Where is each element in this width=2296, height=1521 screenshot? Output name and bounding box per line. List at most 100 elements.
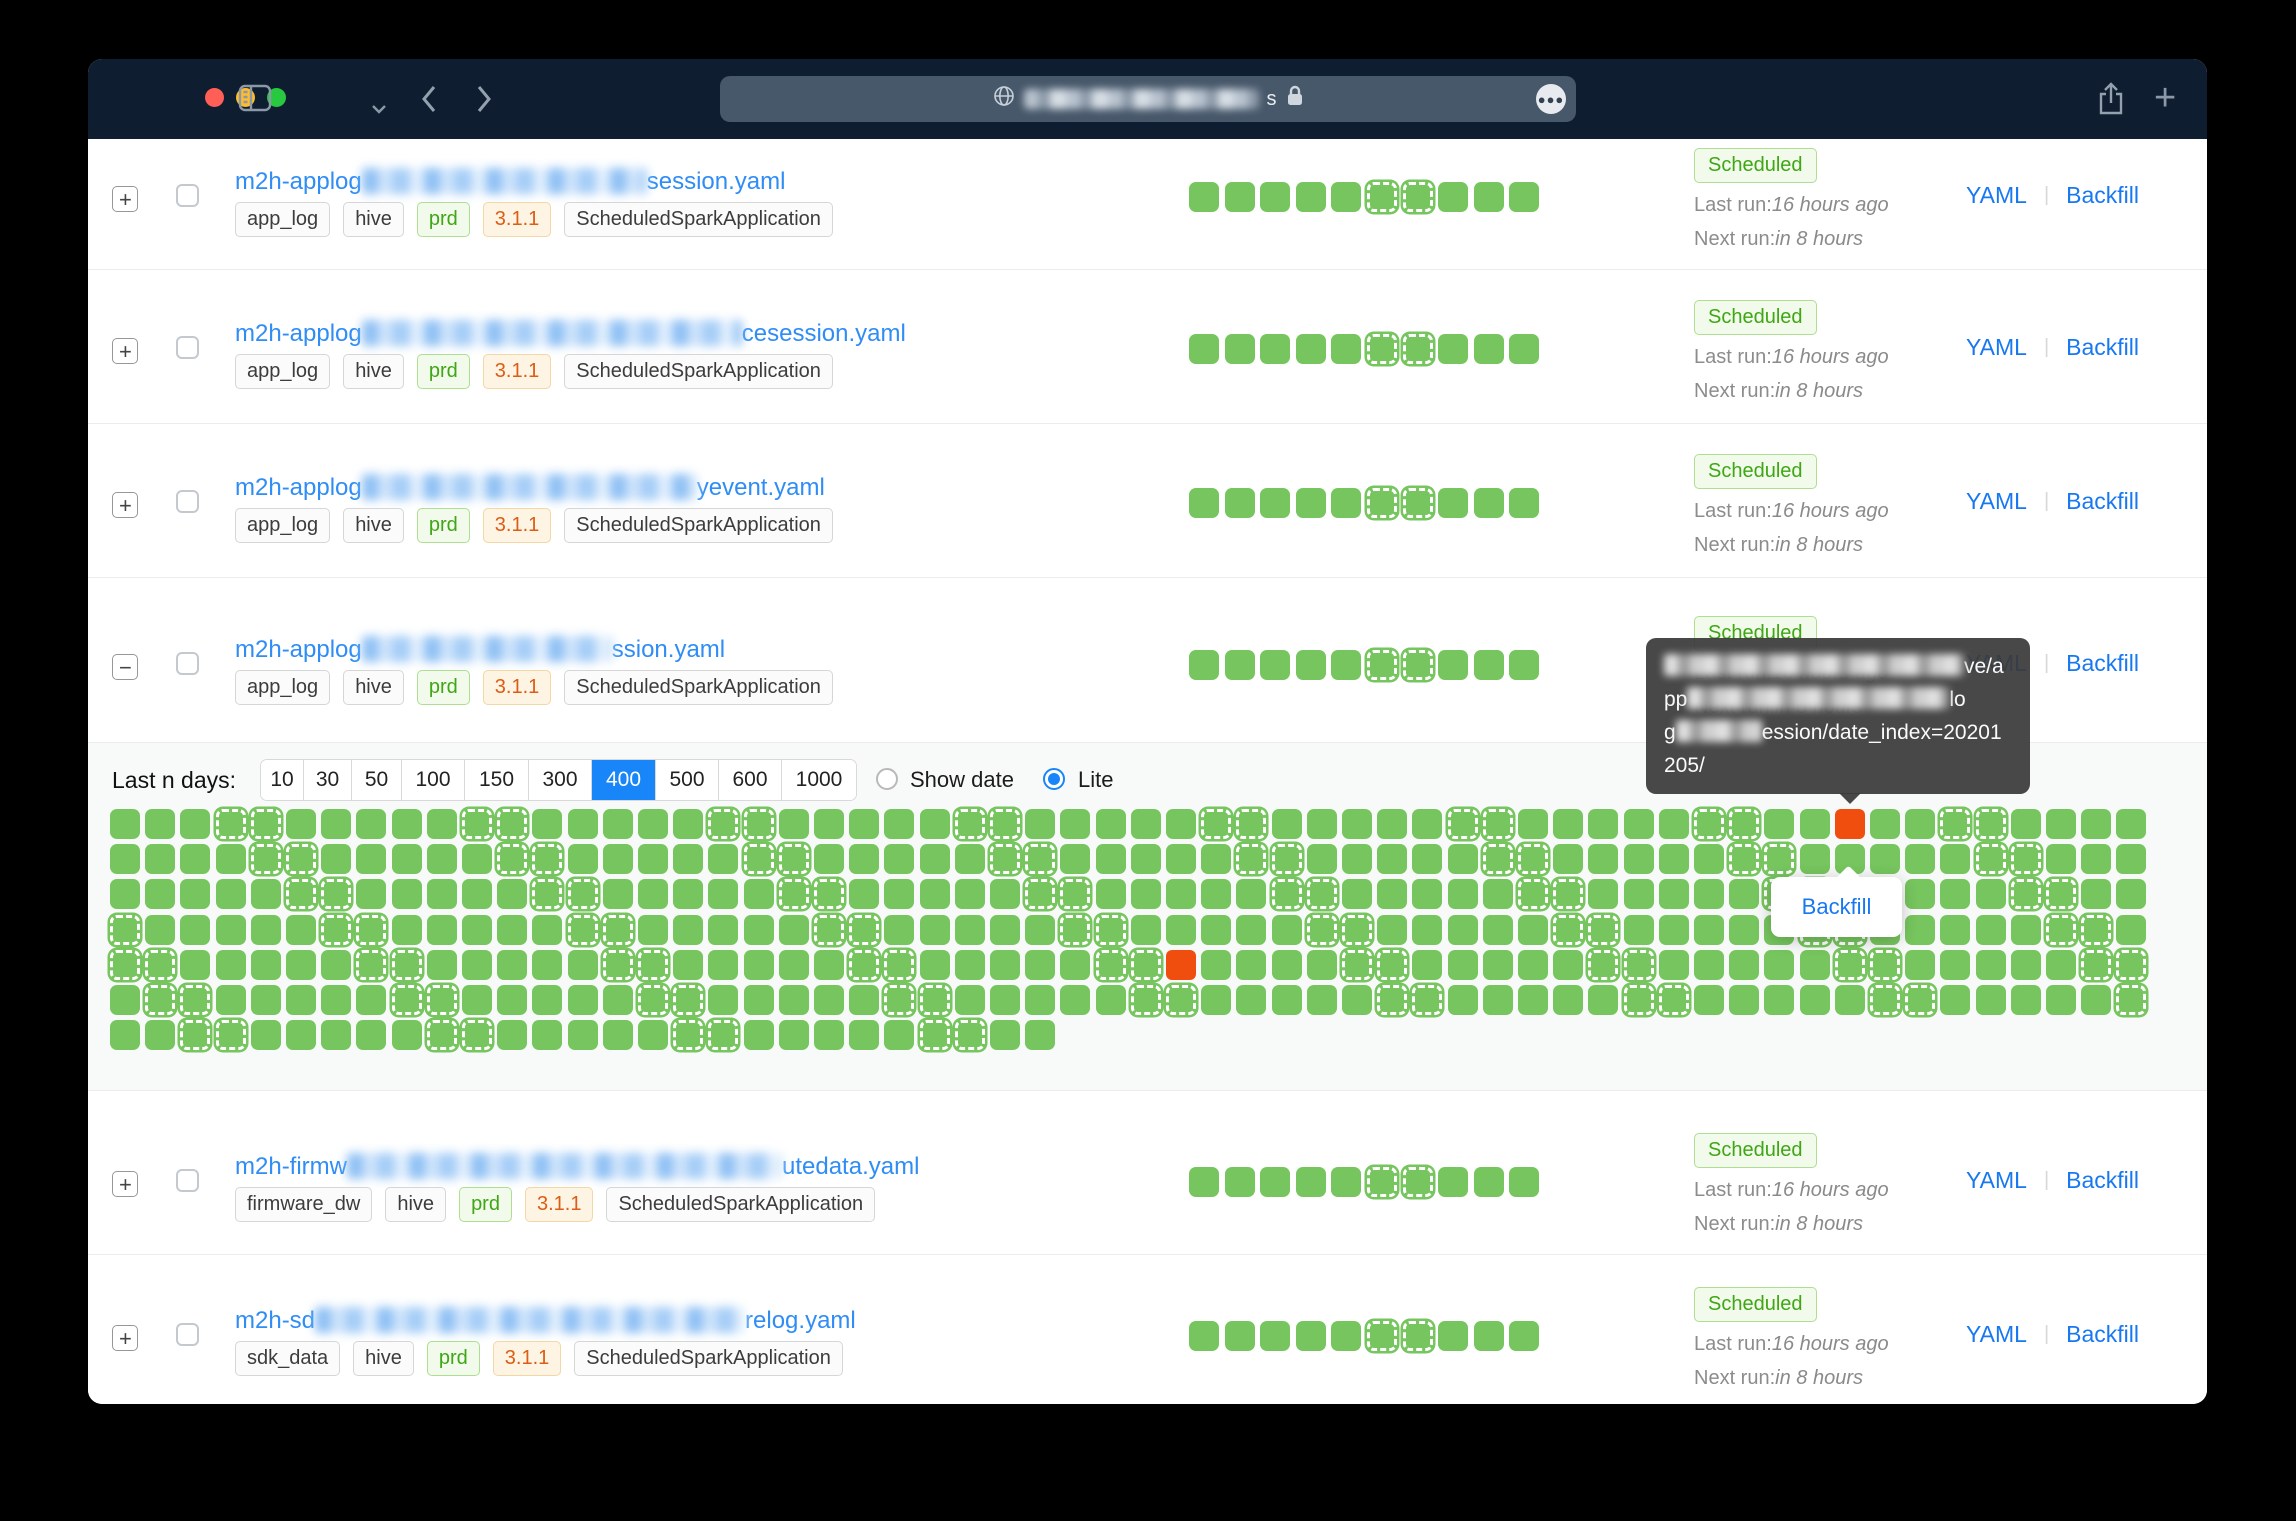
day-square[interactable]: [849, 915, 879, 945]
day-square[interactable]: [814, 915, 844, 945]
day-square[interactable]: [884, 985, 914, 1015]
day-square[interactable]: [568, 809, 598, 839]
run-status-square[interactable]: [1509, 1167, 1539, 1197]
day-square[interactable]: [638, 915, 668, 945]
day-square[interactable]: [1483, 985, 1513, 1015]
day-square[interactable]: [638, 950, 668, 980]
day-square[interactable]: [110, 879, 140, 909]
job-file-link[interactable]: m2h-applogssion.yaml: [235, 636, 725, 664]
day-square[interactable]: [1166, 915, 1196, 945]
day-square[interactable]: [603, 950, 633, 980]
day-square[interactable]: [462, 950, 492, 980]
day-square[interactable]: [216, 985, 246, 1015]
day-square[interactable]: [990, 985, 1020, 1015]
expand-toggle-button[interactable]: +: [112, 338, 138, 364]
day-square[interactable]: [1060, 985, 1090, 1015]
day-square[interactable]: [110, 915, 140, 945]
run-status-square[interactable]: [1331, 1321, 1361, 1351]
day-square[interactable]: [356, 985, 386, 1015]
day-square[interactable]: [216, 915, 246, 945]
day-square[interactable]: [532, 1020, 562, 1050]
day-square[interactable]: [497, 1020, 527, 1050]
day-square[interactable]: [920, 879, 950, 909]
day-square[interactable]: [1800, 844, 1830, 874]
run-status-square[interactable]: [1509, 334, 1539, 364]
day-square[interactable]: [1096, 844, 1126, 874]
day-square[interactable]: [1201, 950, 1231, 980]
day-square[interactable]: [2081, 915, 2111, 945]
day-square[interactable]: [1694, 950, 1724, 980]
day-square[interactable]: [1307, 985, 1337, 1015]
job-file-link[interactable]: m2h-applogsession.yaml: [235, 168, 785, 196]
day-square[interactable]: [814, 950, 844, 980]
day-square[interactable]: [216, 1020, 246, 1050]
lite-radio[interactable]: [1043, 768, 1065, 790]
day-square[interactable]: [286, 1020, 316, 1050]
day-square[interactable]: [1307, 844, 1337, 874]
day-square[interactable]: [216, 879, 246, 909]
day-square[interactable]: [1976, 985, 2006, 1015]
day-square[interactable]: [1342, 985, 1372, 1015]
day-square[interactable]: [1764, 950, 1794, 980]
day-square[interactable]: [532, 985, 562, 1015]
day-square[interactable]: [1483, 879, 1513, 909]
day-square[interactable]: [779, 809, 809, 839]
day-square[interactable]: [603, 879, 633, 909]
day-square[interactable]: [1976, 844, 2006, 874]
day-square[interactable]: [2046, 950, 2076, 980]
day-square[interactable]: [1940, 950, 1970, 980]
day-square[interactable]: [1201, 844, 1231, 874]
day-square[interactable]: [1518, 844, 1548, 874]
run-status-square[interactable]: [1509, 182, 1539, 212]
run-status-square[interactable]: [1189, 182, 1219, 212]
day-square[interactable]: [462, 879, 492, 909]
day-square[interactable]: [1483, 950, 1513, 980]
day-square[interactable]: [884, 844, 914, 874]
job-file-link[interactable]: m2h-firmwutedata.yaml: [235, 1153, 919, 1181]
run-status-square[interactable]: [1438, 650, 1468, 680]
day-square[interactable]: [1835, 985, 1865, 1015]
backfill-link[interactable]: Backfill: [2066, 334, 2139, 361]
row-checkbox[interactable]: [176, 184, 199, 207]
day-square[interactable]: [392, 844, 422, 874]
ellipsis-icon[interactable]: ●●●: [1536, 84, 1566, 114]
day-square[interactable]: [1694, 985, 1724, 1015]
day-square[interactable]: [1096, 809, 1126, 839]
day-square[interactable]: [1518, 915, 1548, 945]
day-square[interactable]: [1025, 950, 1055, 980]
day-square[interactable]: [497, 950, 527, 980]
day-square[interactable]: [1940, 985, 1970, 1015]
run-status-square[interactable]: [1225, 334, 1255, 364]
job-file-link[interactable]: m2h-applogcesession.yaml: [235, 320, 906, 348]
day-square[interactable]: [497, 915, 527, 945]
day-square[interactable]: [603, 809, 633, 839]
address-bar[interactable]: s ●●●: [720, 76, 1576, 122]
day-square[interactable]: [1131, 844, 1161, 874]
day-square[interactable]: [990, 879, 1020, 909]
show-date-radio[interactable]: [876, 768, 898, 790]
run-status-square[interactable]: [1474, 650, 1504, 680]
day-square[interactable]: [1166, 879, 1196, 909]
day-square[interactable]: [1800, 809, 1830, 839]
day-square[interactable]: [1448, 915, 1478, 945]
run-status-square[interactable]: [1296, 650, 1326, 680]
day-square[interactable]: [708, 985, 738, 1015]
day-square[interactable]: [251, 915, 281, 945]
day-square[interactable]: [1307, 809, 1337, 839]
day-square[interactable]: [1905, 844, 1935, 874]
run-status-square[interactable]: [1403, 1321, 1433, 1351]
day-square[interactable]: [744, 985, 774, 1015]
day-square[interactable]: [1060, 844, 1090, 874]
day-square[interactable]: [779, 950, 809, 980]
day-square[interactable]: [1448, 879, 1478, 909]
day-square[interactable]: [708, 879, 738, 909]
day-square[interactable]: [1483, 915, 1513, 945]
day-square[interactable]: [1412, 950, 1442, 980]
run-status-square[interactable]: [1260, 1167, 1290, 1197]
day-square[interactable]: [1201, 915, 1231, 945]
day-square[interactable]: [1025, 985, 1055, 1015]
run-status-square[interactable]: [1509, 488, 1539, 518]
day-square[interactable]: [673, 879, 703, 909]
days-option-100[interactable]: 100: [401, 760, 464, 800]
day-square[interactable]: [1131, 985, 1161, 1015]
